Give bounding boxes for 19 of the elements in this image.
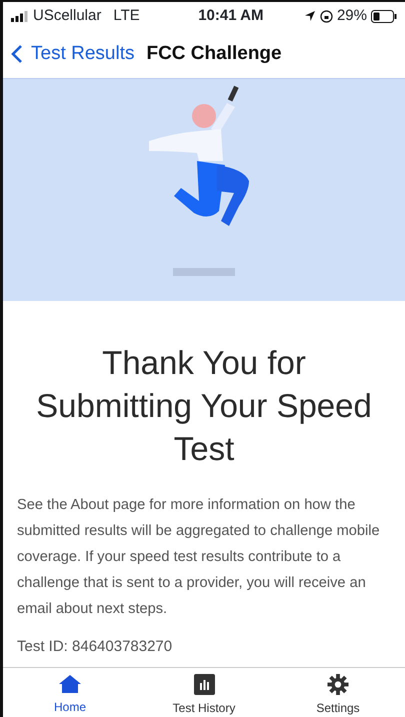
signal-icon [11, 10, 29, 22]
heading: Thank You for Submitting Your Speed Test [35, 343, 373, 469]
tab-button[interactable]: Test History [137, 668, 271, 717]
battery-percent: 29% [336, 6, 367, 26]
back-link[interactable]: Test Results [11, 40, 134, 68]
location-arrow-icon [304, 10, 316, 22]
clock-time: 10:41 AM [197, 6, 264, 26]
body-paragraph: See the About page for more information on how the submitted results will be aggregated to challenge mobile coverage. If your speed test results contribute to a challenge that is sent to a provider, you will receive an email about next steps. [17, 496, 381, 619]
test-id: Test ID: 846403783270 [17, 637, 174, 657]
home-icon [58, 674, 82, 694]
bar-chart-icon [194, 674, 214, 695]
screen-title: FCC Challenge [146, 42, 282, 66]
tab-button[interactable]: Settings [271, 668, 405, 717]
carrier-name: UScellular [33, 6, 102, 26]
rotation-lock-icon [320, 10, 333, 22]
tab-button[interactable]: Home [3, 668, 137, 717]
chevron-left-icon [11, 44, 23, 64]
network-type: LTE [113, 6, 140, 26]
battery-icon [370, 10, 397, 22]
